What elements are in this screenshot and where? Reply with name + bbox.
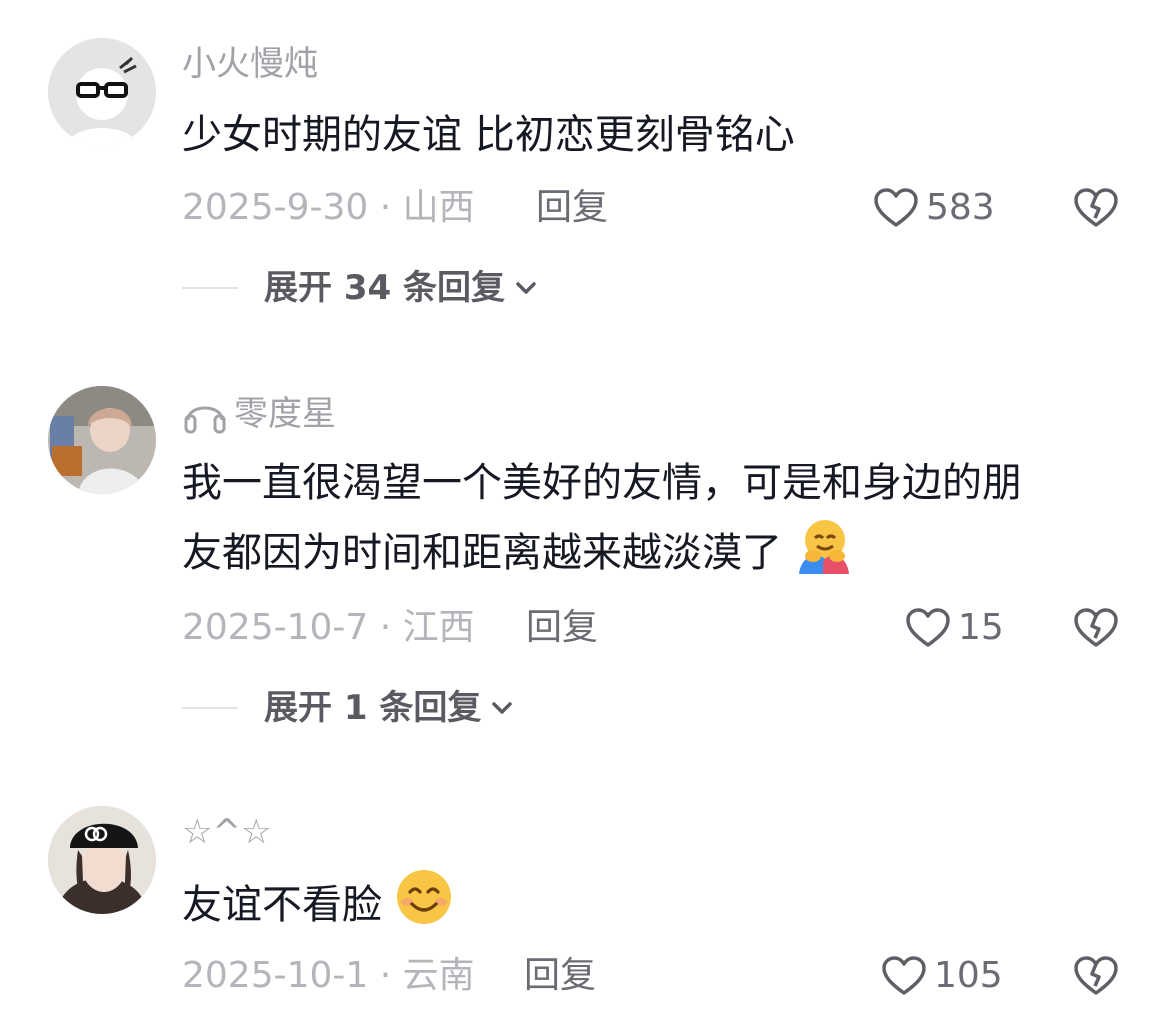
hugging-face-emoji bbox=[798, 520, 849, 574]
divider-line bbox=[182, 707, 238, 709]
like-count: 105 bbox=[934, 955, 1003, 996]
smiling-face-emoji bbox=[396, 870, 451, 924]
reply-button[interactable]: 回复 bbox=[524, 954, 596, 998]
reply-button[interactable]: 回复 bbox=[526, 606, 598, 650]
username[interactable]: ☆^☆ bbox=[182, 812, 271, 852]
default-avatar-icon bbox=[48, 38, 156, 146]
username-text: 零度星 bbox=[234, 394, 336, 434]
avatar[interactable] bbox=[48, 38, 156, 146]
broken-heart-icon bbox=[1074, 188, 1118, 227]
dislike-button[interactable] bbox=[1072, 952, 1120, 1004]
comment-text-content: 友谊不看脸 bbox=[182, 882, 382, 928]
broken-heart-icon bbox=[1074, 608, 1118, 647]
like-count: 15 bbox=[958, 607, 1004, 648]
expand-replies-button[interactable]: 展开 34 条回复 bbox=[182, 268, 539, 308]
comment-text-line: 友都因为时间和距离越来越淡漠了 bbox=[182, 518, 1122, 588]
username[interactable]: 零度星 bbox=[182, 392, 336, 436]
dislike-button[interactable] bbox=[1072, 184, 1120, 236]
user-photo-avatar bbox=[48, 806, 156, 914]
comment-text-line: 我一直很渴望一个美好的友情，可是和身边的朋 bbox=[182, 460, 1022, 506]
date-location: 2025-10-7 · 江西 bbox=[182, 607, 475, 648]
broken-heart-icon bbox=[1074, 956, 1118, 995]
avatar[interactable] bbox=[48, 806, 156, 914]
reply-button[interactable]: 回复 bbox=[536, 186, 608, 230]
heart-icon bbox=[906, 608, 950, 647]
like-button[interactable]: 15 bbox=[904, 604, 1004, 652]
expand-replies-label: 展开 34 条回复 bbox=[264, 268, 505, 308]
comment-text: 少女时期的友谊 比初恋更刻骨铭心 bbox=[182, 112, 795, 158]
chevron-down-icon bbox=[492, 702, 513, 714]
dislike-button[interactable] bbox=[1072, 604, 1120, 656]
comment-text: 友谊不看脸 bbox=[182, 868, 1122, 940]
like-count: 583 bbox=[926, 187, 995, 228]
comment-text: 我一直很渴望一个美好的友情，可是和身边的朋 友都因为时间和距离越来越淡漠了 bbox=[182, 448, 1122, 588]
heart-icon bbox=[882, 956, 926, 995]
headphones-icon bbox=[184, 406, 226, 434]
like-button[interactable]: 105 bbox=[880, 952, 1003, 1000]
date-location: 2025-10-1 · 云南 bbox=[182, 955, 475, 996]
expand-replies-label: 展开 1 条回复 bbox=[264, 688, 482, 728]
comment-text-line-content: 友都因为时间和距离越来越淡漠了 bbox=[182, 530, 782, 576]
divider-line bbox=[182, 287, 238, 289]
user-photo-avatar bbox=[48, 386, 156, 494]
chevron-down-icon bbox=[516, 282, 536, 294]
username[interactable]: 小火慢炖 bbox=[182, 44, 318, 84]
date-location: 2025-9-30 · 山西 bbox=[182, 187, 475, 228]
like-button[interactable]: 583 bbox=[872, 184, 995, 232]
expand-replies-button[interactable]: 展开 1 条回复 bbox=[182, 688, 515, 728]
avatar[interactable] bbox=[48, 386, 156, 494]
heart-icon bbox=[874, 188, 918, 227]
